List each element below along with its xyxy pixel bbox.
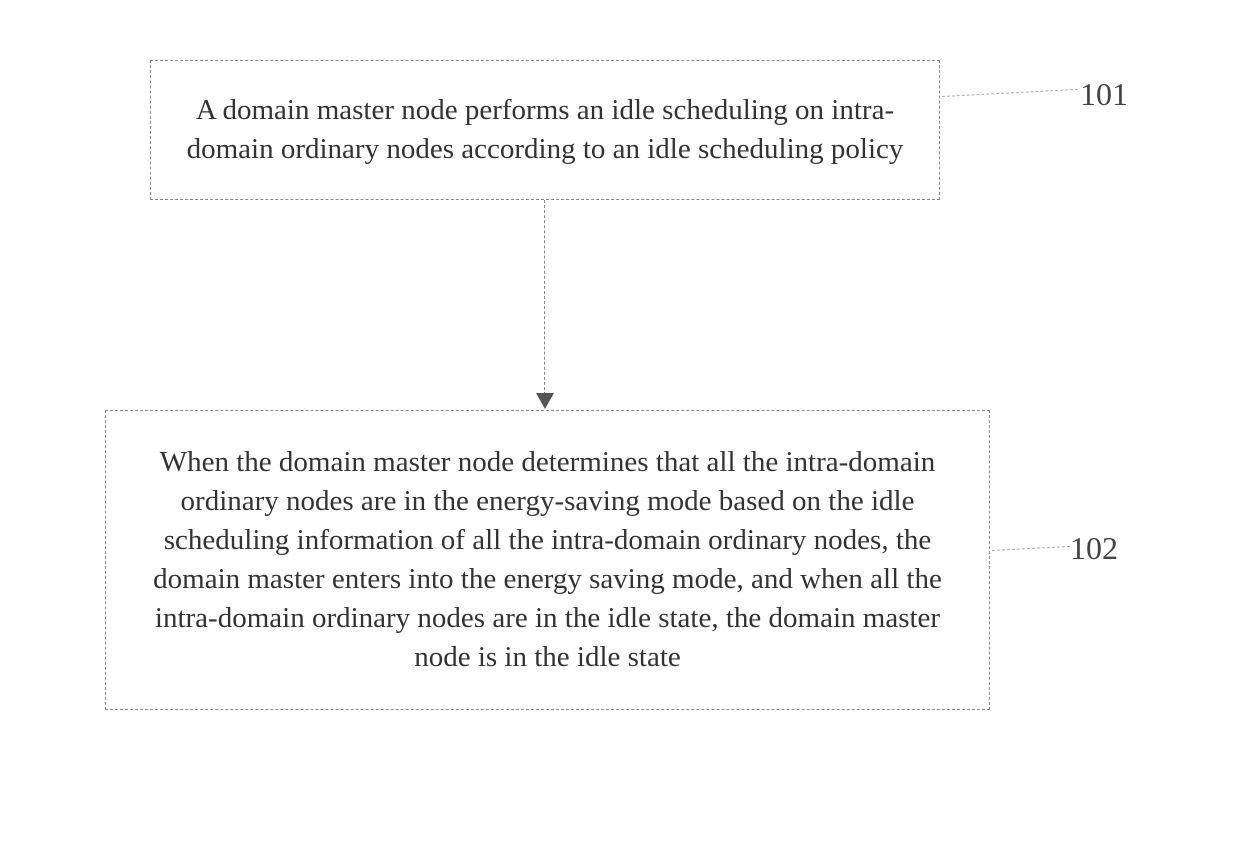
flow-step-1: A domain master node performs an idle sc… — [150, 60, 940, 200]
flow-step-2: When the domain master node determines t… — [105, 410, 990, 710]
leader-line-1 — [942, 89, 1078, 97]
arrow-head-icon — [536, 393, 554, 409]
flow-step-1-text: A domain master node performs an idle sc… — [171, 91, 919, 169]
flow-step-2-text: When the domain master node determines t… — [126, 443, 969, 678]
ref-label-1: 101 — [1080, 76, 1128, 113]
leader-line-2 — [992, 546, 1070, 551]
ref-label-2: 102 — [1070, 530, 1118, 567]
arrow-shaft — [544, 200, 545, 395]
